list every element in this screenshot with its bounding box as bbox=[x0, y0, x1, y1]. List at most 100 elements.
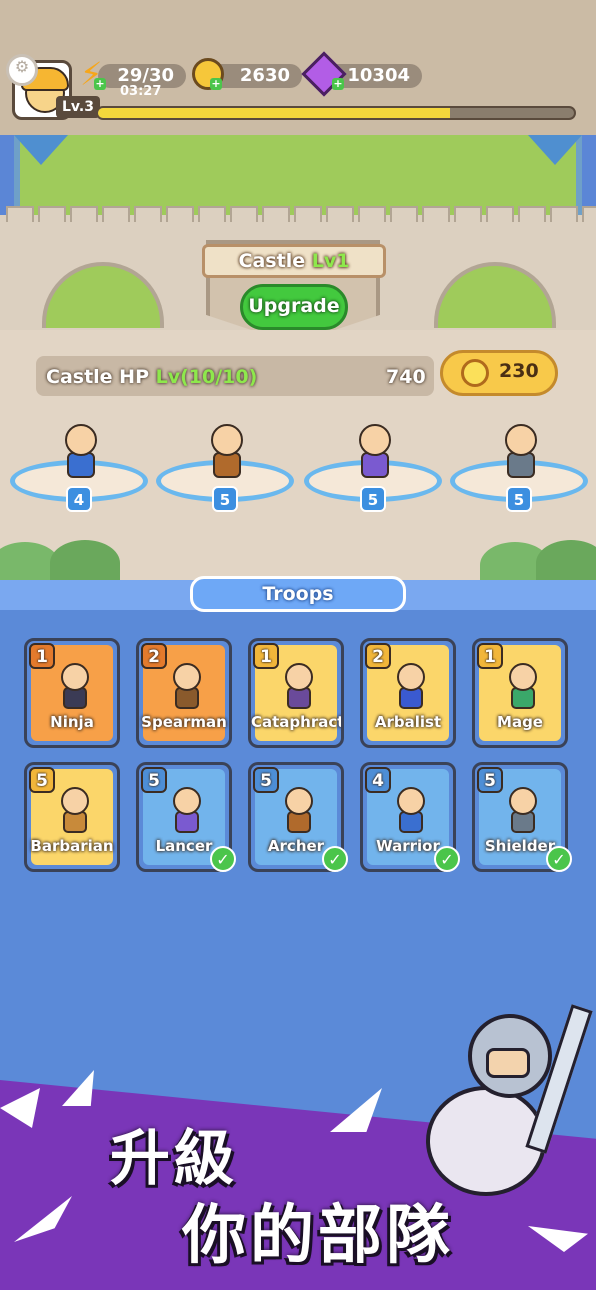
wall-crenel bbox=[262, 206, 290, 222]
castle-level: Lv1 bbox=[311, 250, 350, 272]
troop-count-badge: 1 bbox=[477, 643, 503, 669]
add-gems-icon[interactable]: + bbox=[332, 78, 344, 90]
checkmark-icon: ✓ bbox=[434, 846, 460, 872]
checkmark-icon: ✓ bbox=[322, 846, 348, 872]
castle-title: Castle Lv1 bbox=[202, 244, 386, 278]
xp-progress-fill bbox=[98, 108, 451, 118]
troop-count-badge: 5 bbox=[29, 767, 55, 793]
wall-crenel bbox=[358, 206, 386, 222]
troop-portrait bbox=[279, 787, 317, 833]
hp-upgrade-button[interactable]: 230 bbox=[440, 350, 558, 396]
troop-portrait-head bbox=[509, 663, 537, 691]
hero-head bbox=[65, 424, 97, 456]
troop-count-badge: 4 bbox=[365, 767, 391, 793]
hero-level-badge: 5 bbox=[506, 486, 532, 512]
troop-card-barbarian[interactable]: 5 Barbarian bbox=[24, 762, 120, 872]
hero-head bbox=[359, 424, 391, 456]
troop-portrait bbox=[391, 663, 429, 709]
troop-card-arbalist[interactable]: 2 Arbalist bbox=[360, 638, 456, 748]
wall-crenel bbox=[38, 206, 66, 222]
wall-crenel bbox=[518, 206, 546, 222]
coin-icon bbox=[461, 359, 489, 387]
add-energy-icon[interactable]: + bbox=[94, 78, 106, 90]
checkmark-icon: ✓ bbox=[546, 846, 572, 872]
troop-portrait bbox=[391, 787, 429, 833]
troop-card-mage[interactable]: 1 Mage bbox=[472, 638, 568, 748]
hero-head bbox=[211, 424, 243, 456]
deployed-hero-archer[interactable] bbox=[201, 424, 249, 480]
wall-crenel bbox=[550, 206, 578, 222]
wall-crenel bbox=[102, 206, 130, 222]
troop-portrait bbox=[55, 787, 93, 833]
deployed-hero-warrior[interactable] bbox=[55, 424, 103, 480]
wall-crenel bbox=[294, 206, 322, 222]
troop-name: Spearman bbox=[141, 713, 227, 731]
wall-crenel bbox=[486, 206, 514, 222]
troop-portrait-head bbox=[509, 787, 537, 815]
wall-crenel bbox=[230, 206, 258, 222]
troop-portrait-head bbox=[397, 787, 425, 815]
castle-lawn bbox=[14, 135, 582, 215]
troop-count-badge: 2 bbox=[365, 643, 391, 669]
castle-hp-level: Lv(10/10) bbox=[155, 366, 258, 388]
castle-hp-title: Castle HP bbox=[46, 366, 156, 388]
hero-level-badge: 4 bbox=[66, 486, 92, 512]
troop-count-badge: 5 bbox=[477, 767, 503, 793]
wall-crenel bbox=[422, 206, 450, 222]
troop-portrait-head bbox=[285, 663, 313, 691]
troop-card-cataphract[interactable]: 1 Cataphract bbox=[248, 638, 344, 748]
wall-crenel bbox=[166, 206, 194, 222]
troop-portrait bbox=[55, 663, 93, 709]
xp-progress-bar bbox=[96, 106, 576, 120]
troop-count-badge: 2 bbox=[141, 643, 167, 669]
hero-head bbox=[505, 424, 537, 456]
hero-level-badge: 5 bbox=[360, 486, 386, 512]
troop-name: Ninja bbox=[50, 713, 94, 731]
gear-icon[interactable]: ⚙ bbox=[6, 54, 38, 86]
wall-crenel bbox=[582, 206, 596, 222]
troop-portrait-head bbox=[173, 787, 201, 815]
troop-portrait bbox=[503, 787, 541, 833]
player-level-badge: Lv.3 bbox=[56, 96, 100, 118]
troops-header: Troops bbox=[190, 576, 406, 612]
hp-upgrade-cost: 230 bbox=[499, 360, 539, 382]
energy-timer: 03:27 bbox=[120, 84, 162, 99]
wall-crenel bbox=[198, 206, 226, 222]
troop-portrait bbox=[503, 663, 541, 709]
upgrade-button[interactable]: Upgrade bbox=[240, 284, 348, 330]
castle-hp-label: Castle HP Lv(10/10) bbox=[46, 366, 257, 388]
troop-count-badge: 1 bbox=[29, 643, 55, 669]
troop-portrait-head bbox=[61, 787, 89, 815]
deployed-hero-shielder[interactable] bbox=[495, 424, 543, 480]
troop-name: Mage bbox=[497, 713, 543, 731]
checkmark-icon: ✓ bbox=[210, 846, 236, 872]
troop-portrait bbox=[279, 663, 317, 709]
troop-portrait-head bbox=[61, 663, 89, 691]
castle-title-label: Castle bbox=[238, 250, 312, 272]
wall-crenel bbox=[326, 206, 354, 222]
mascot-face bbox=[486, 1048, 530, 1078]
castle-hp-value: 740 bbox=[386, 366, 426, 388]
wall-crenel bbox=[70, 206, 98, 222]
troop-name: Cataphract bbox=[251, 713, 344, 731]
troop-count-badge: 1 bbox=[253, 643, 279, 669]
wall-crenel bbox=[6, 206, 34, 222]
troop-portrait bbox=[167, 663, 205, 709]
wall-crenel bbox=[454, 206, 482, 222]
troop-count-badge: 5 bbox=[141, 767, 167, 793]
troop-name: Barbarian bbox=[30, 837, 114, 855]
add-gold-icon[interactable]: + bbox=[210, 78, 222, 90]
troop-portrait-head bbox=[173, 663, 201, 691]
troop-portrait bbox=[167, 787, 205, 833]
troop-portrait-head bbox=[285, 787, 313, 815]
troop-card-ninja[interactable]: 1 Ninja bbox=[24, 638, 120, 748]
troop-card-spearman[interactable]: 2 Spearman bbox=[136, 638, 232, 748]
troop-count-badge: 5 bbox=[253, 767, 279, 793]
deployed-hero-lancer[interactable] bbox=[349, 424, 397, 480]
wall-crenel bbox=[390, 206, 418, 222]
troop-portrait-head bbox=[397, 663, 425, 691]
promo-headline-line2: 你的部隊 bbox=[182, 1199, 454, 1273]
troop-name: Arbalist bbox=[374, 713, 442, 731]
hero-level-badge: 5 bbox=[212, 486, 238, 512]
wall-crenel bbox=[134, 206, 162, 222]
